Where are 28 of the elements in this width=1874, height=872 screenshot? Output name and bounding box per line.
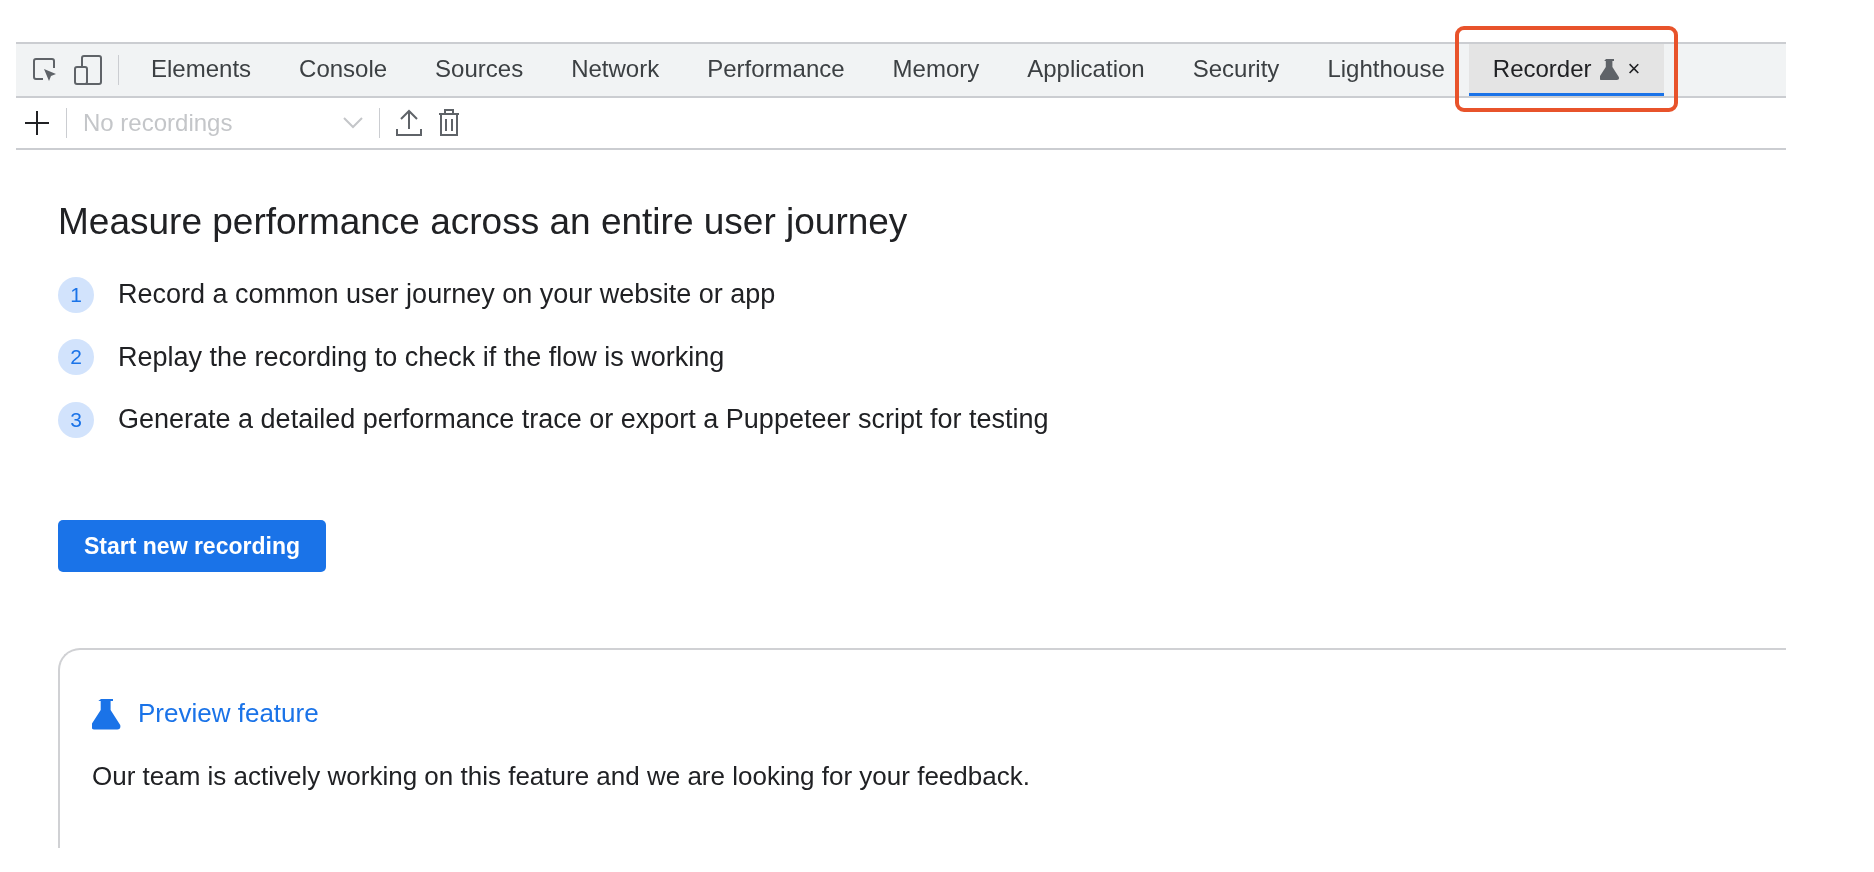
start-recording-button[interactable]: Start new recording xyxy=(58,519,326,573)
page-heading: Measure performance across an entire user journey xyxy=(58,200,909,244)
inspect-icon[interactable] xyxy=(32,57,58,83)
preview-description: Our team is actively working on this feature and we are looking for your feedback. xyxy=(92,760,1031,794)
step-number: 3 xyxy=(58,401,94,438)
panel-tab[interactable]: Security xyxy=(1168,44,1304,96)
trash-icon[interactable] xyxy=(438,109,460,137)
panel-tab[interactable]: Application xyxy=(1003,44,1169,96)
plus-icon[interactable] xyxy=(24,110,50,136)
panel-tab[interactable]: Elements xyxy=(127,44,276,96)
flask-icon xyxy=(92,697,122,730)
step-number: 1 xyxy=(58,276,94,313)
chevron-down-icon xyxy=(343,117,363,129)
upload-icon[interactable] xyxy=(396,109,422,137)
panel-tab[interactable]: Network xyxy=(547,44,684,96)
panel-tab[interactable]: Sources xyxy=(411,44,548,96)
preview-feature-title: Preview feature xyxy=(138,697,319,731)
panel-tab[interactable]: Performance xyxy=(683,44,869,96)
panel-tab[interactable]: Lighthouse xyxy=(1303,44,1469,96)
tab-close-button[interactable]: × xyxy=(1627,52,1641,85)
step-number: 2 xyxy=(58,339,94,376)
panel-tab[interactable]: Recorder × xyxy=(1468,44,1665,96)
step-text: Generate a detailed performance trace or export a Puppeteer script for testing xyxy=(118,403,1049,437)
panel-tab[interactable]: Memory xyxy=(868,44,1004,96)
step-text: Record a common user journey on your website or app xyxy=(118,278,776,312)
panel-tab[interactable]: Console xyxy=(275,44,412,96)
step-text: Replay the recording to check if the flow is working xyxy=(118,340,725,374)
device-toolbar-icon[interactable] xyxy=(74,55,102,85)
